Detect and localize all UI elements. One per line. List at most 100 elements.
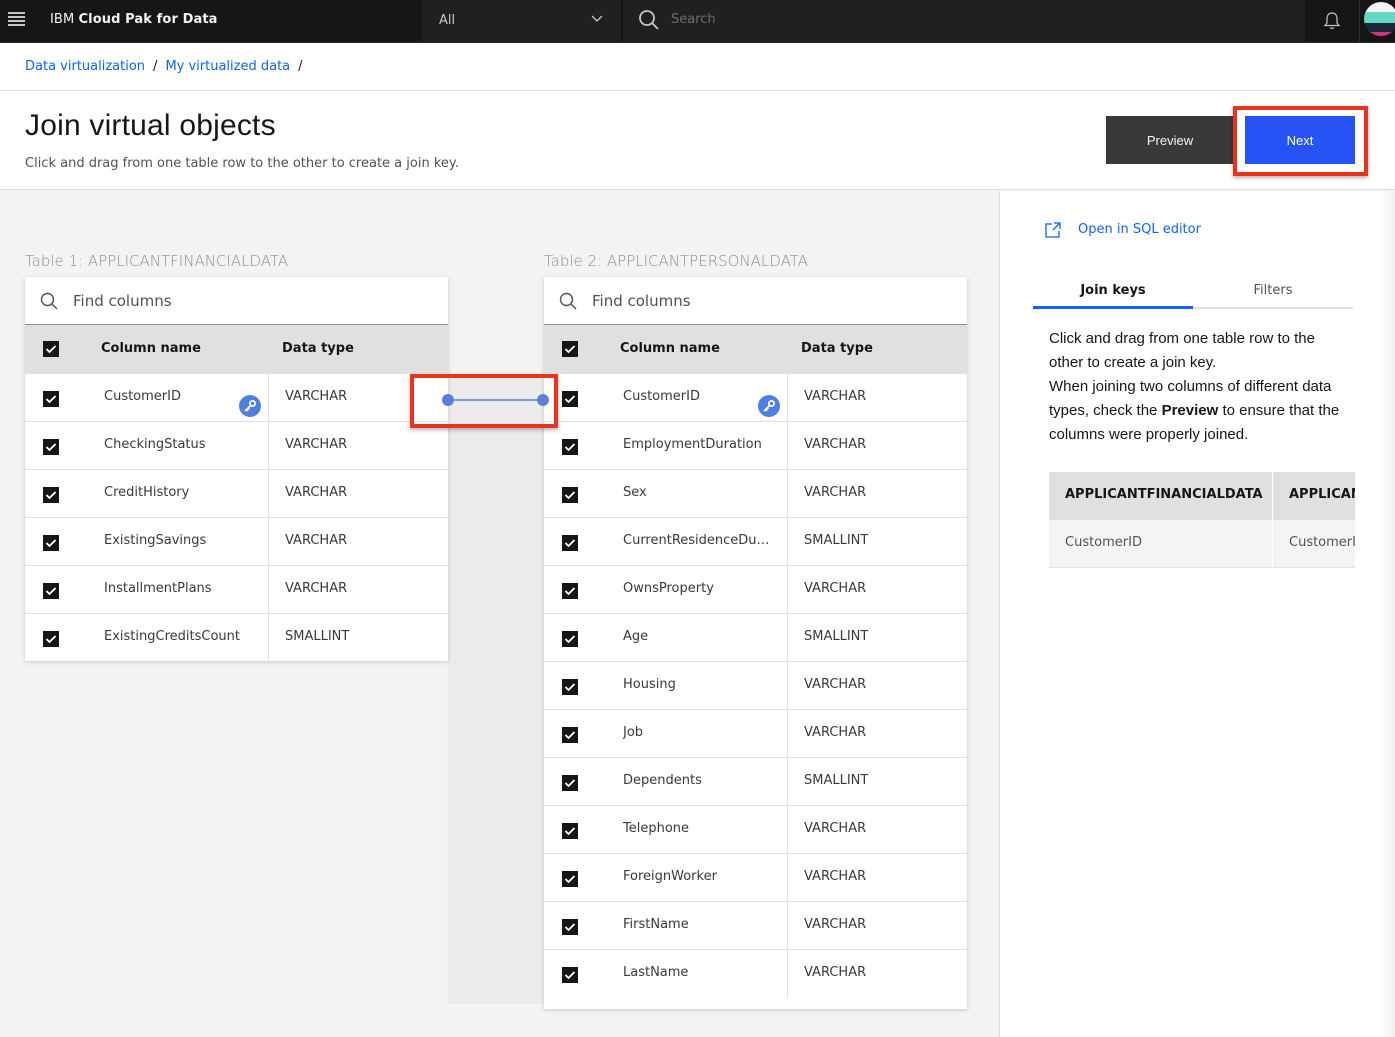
scope-dropdown[interactable]: All: [422, 0, 622, 42]
row-checkbox[interactable]: [562, 487, 578, 503]
column-name: Age: [623, 629, 649, 644]
table-row[interactable]: Telephone VARCHAR: [544, 805, 967, 854]
table-row[interactable]: Sex VARCHAR: [544, 469, 967, 518]
row-checkbox[interactable]: [43, 391, 59, 407]
row-checkbox[interactable]: [562, 775, 578, 791]
row-checkbox[interactable]: [43, 583, 59, 599]
breadcrumb-my-virtualized-data[interactable]: My virtualized data: [165, 59, 290, 74]
join-gutter: [448, 374, 544, 1004]
breadcrumb-data-virtualization[interactable]: Data virtualization: [25, 59, 145, 74]
join-key-cell[interactable]: CustomerID: [1273, 520, 1355, 568]
notifications-button[interactable]: [1306, 0, 1358, 42]
row-checkbox[interactable]: [43, 631, 59, 647]
row-checkbox[interactable]: [562, 727, 578, 743]
join-key-cell[interactable]: CustomerID: [1049, 520, 1272, 568]
table1-search-input[interactable]: Find columns: [25, 277, 448, 325]
data-type-header[interactable]: Data type: [282, 341, 354, 356]
data-type: VARCHAR: [804, 485, 867, 500]
bell-icon: [1323, 12, 1341, 30]
table-row[interactable]: Housing VARCHAR: [544, 661, 967, 710]
checkmark-icon: [564, 731, 576, 740]
data-type: VARCHAR: [285, 389, 348, 404]
row-checkbox[interactable]: [562, 583, 578, 599]
table-row[interactable]: CreditHistory VARCHAR: [25, 469, 448, 518]
checkmark-icon: [45, 539, 57, 548]
preview-button[interactable]: Preview: [1106, 116, 1234, 164]
data-type: VARCHAR: [804, 725, 867, 740]
search-icon: [559, 292, 577, 310]
row-checkbox[interactable]: [43, 535, 59, 551]
top-navigation-bar: IBM Cloud Pak for Data All Search: [0, 0, 1395, 43]
table-row[interactable]: FirstName VARCHAR: [544, 901, 967, 950]
row-checkbox[interactable]: [562, 919, 578, 935]
cell-divider: [787, 374, 788, 422]
table-row[interactable]: OwnsProperty VARCHAR: [544, 565, 967, 614]
row-checkbox[interactable]: [43, 487, 59, 503]
select-all-checkbox[interactable]: [562, 341, 578, 357]
table-row[interactable]: Dependents SMALLINT: [544, 757, 967, 806]
search-placeholder: Search: [671, 12, 716, 27]
table-row[interactable]: ExistingCreditsCount SMALLINT: [25, 613, 448, 662]
row-checkbox[interactable]: [43, 439, 59, 455]
cell-divider: [268, 374, 269, 422]
divider: [0, 90, 1395, 91]
join-connector[interactable]: [410, 374, 560, 426]
row-checkbox[interactable]: [562, 967, 578, 983]
checkmark-icon: [564, 875, 576, 884]
checkmark-icon: [564, 491, 576, 500]
select-all-checkbox[interactable]: [43, 341, 59, 357]
data-type: VARCHAR: [804, 437, 867, 452]
row-checkbox[interactable]: [562, 439, 578, 455]
search-placeholder: Find columns: [592, 292, 691, 310]
table-row[interactable]: Job VARCHAR: [544, 709, 967, 758]
table-row[interactable]: Age SMALLINT: [544, 613, 967, 662]
row-checkbox[interactable]: [562, 631, 578, 647]
cell-divider: [268, 566, 269, 614]
checkmark-icon: [45, 395, 57, 404]
brand-name: Cloud Pak for Data: [78, 12, 218, 27]
table-row[interactable]: LastName VARCHAR: [544, 949, 967, 998]
table-row[interactable]: CustomerID VARCHAR: [25, 373, 448, 422]
tab-filters[interactable]: Filters: [1193, 275, 1353, 309]
scope-value: All: [439, 13, 456, 28]
row-checkbox[interactable]: [562, 679, 578, 695]
checkmark-icon: [45, 491, 57, 500]
join-key-badge: [239, 395, 261, 417]
next-button[interactable]: Next: [1245, 116, 1355, 164]
avatar: [1364, 2, 1395, 36]
column-name: CustomerID: [104, 389, 181, 404]
page-title: Join virtual objects: [25, 109, 276, 142]
row-checkbox[interactable]: [562, 391, 578, 407]
table-row[interactable]: CheckingStatus VARCHAR: [25, 421, 448, 470]
checkmark-icon: [564, 345, 576, 354]
column-name-header[interactable]: Column name: [101, 341, 201, 356]
row-checkbox[interactable]: [562, 535, 578, 551]
user-avatar-button[interactable]: [1359, 0, 1395, 42]
join-keys-table: APPLICANTFINANCIALDATA APPLICANTPERSONAL…: [1049, 472, 1355, 569]
breadcrumb: Data virtualization / My virtualized data /: [25, 59, 311, 74]
join-endpoint-left: [442, 394, 454, 406]
product-name[interactable]: IBM Cloud Pak for Data: [50, 12, 218, 27]
column-name: CheckingStatus: [104, 437, 206, 452]
data-type-header[interactable]: Data type: [801, 341, 873, 356]
column-name: CurrentResidenceDur...: [623, 533, 773, 548]
table-row[interactable]: EmploymentDuration VARCHAR: [544, 421, 967, 470]
global-search[interactable]: Search: [623, 0, 1305, 42]
column-name-header[interactable]: Column name: [620, 341, 720, 356]
table2-search-input[interactable]: Find columns: [544, 277, 967, 325]
row-checkbox[interactable]: [562, 871, 578, 887]
table-row[interactable]: CustomerID VARCHAR: [544, 373, 967, 422]
column-name: CustomerID: [623, 389, 700, 404]
checkmark-icon: [564, 395, 576, 404]
column-name: ExistingSavings: [104, 533, 207, 548]
column-name: LastName: [623, 965, 689, 980]
tab-join-keys[interactable]: Join keys: [1033, 275, 1193, 309]
table-row[interactable]: ExistingSavings VARCHAR: [25, 517, 448, 566]
row-checkbox[interactable]: [562, 823, 578, 839]
join-keys-header: APPLICANTFINANCIALDATA: [1049, 472, 1272, 520]
hamburger-menu-icon[interactable]: [8, 12, 25, 26]
table-row[interactable]: InstallmentPlans VARCHAR: [25, 565, 448, 614]
table-row[interactable]: CurrentResidenceDur... SMALLINT: [544, 517, 967, 566]
cell-divider: [268, 470, 269, 518]
table-row[interactable]: ForeignWorker VARCHAR: [544, 853, 967, 902]
